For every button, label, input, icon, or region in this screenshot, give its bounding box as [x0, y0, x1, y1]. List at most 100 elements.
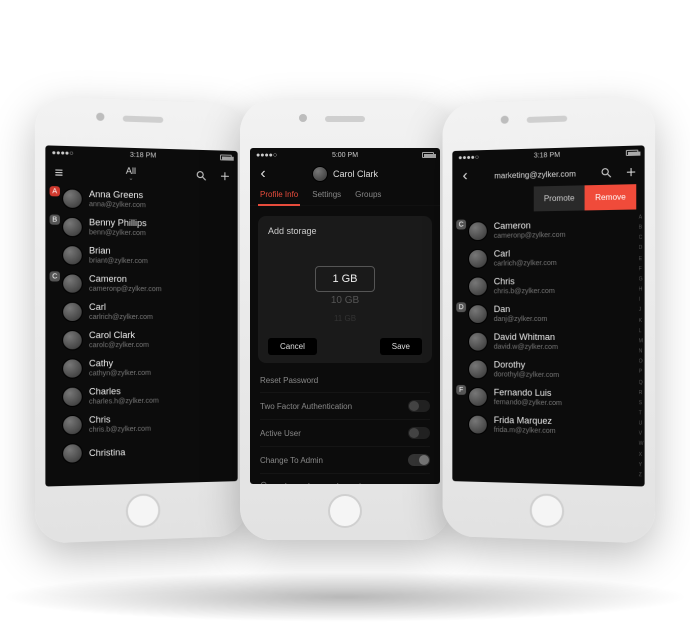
alpha-letter[interactable]: C [639, 235, 644, 241]
list-item[interactable]: Dandanj@zylker.com [466, 300, 645, 328]
avatar [468, 332, 488, 352]
alpha-letter[interactable]: Q [639, 379, 644, 385]
alpha-letter[interactable]: R [639, 390, 644, 396]
alpha-letter[interactable]: F [639, 266, 644, 272]
alpha-letter[interactable]: L [639, 328, 644, 334]
back-icon[interactable] [458, 169, 472, 183]
alpha-letter[interactable]: N [639, 348, 644, 354]
contact-email: cameronp@zylker.com [494, 231, 566, 241]
contact-name: Dorothy [494, 360, 559, 371]
home-button[interactable] [530, 493, 564, 528]
alpha-letter[interactable]: Z [639, 472, 644, 478]
back-icon[interactable] [256, 167, 270, 181]
alpha-letter[interactable]: A [639, 214, 644, 220]
opt-reset-password[interactable]: Reset Password [260, 369, 430, 392]
contact-email: carlrich@zylker.com [494, 259, 557, 269]
list-item[interactable]: David Whitmandavid.w@zylker.com [466, 328, 645, 357]
alpha-letter[interactable]: Y [639, 462, 644, 468]
avatar [468, 359, 488, 379]
list-item[interactable]: Cameroncameronp@zylker.com [466, 214, 645, 245]
alpha-letter[interactable]: S [639, 400, 644, 406]
list-item[interactable]: Cameroncameronp@zylker.com [60, 269, 238, 298]
avatar [62, 273, 83, 293]
alpha-letter[interactable]: V [639, 431, 644, 437]
search-icon[interactable] [599, 165, 613, 179]
alpha-letter[interactable]: G [639, 276, 644, 282]
list-item[interactable]: Carlcarlrich@zylker.com [466, 243, 645, 273]
list-item[interactable]: Fernando Luisfernando@zylker.com [466, 383, 645, 413]
contact-email: dorothyl@zylker.com [494, 370, 559, 380]
avatar [468, 249, 488, 269]
members-list[interactable]: CCameroncameronp@zylker.comCarlcarlrich@… [452, 214, 644, 441]
title-bar: Carol Clark [250, 162, 440, 186]
toggle-icon[interactable] [408, 427, 430, 439]
location-pin-icon [260, 481, 267, 484]
alpha-letter[interactable]: T [639, 410, 644, 416]
toggle-icon[interactable] [408, 454, 430, 466]
alpha-letter[interactable]: H [639, 287, 644, 293]
tab-groups[interactable]: Groups [353, 186, 383, 205]
list-item[interactable]: Anna Greensanna@zylker.com [60, 184, 238, 216]
search-icon[interactable] [194, 169, 208, 183]
cancel-button[interactable]: Cancel [268, 338, 317, 355]
alpha-index[interactable]: ABCDEFGHIJKLMNOPQRSTUVWXYZ [639, 212, 644, 480]
list-item[interactable]: Carol Clarkcarolc@zylker.com [60, 326, 238, 355]
opt-change-admin[interactable]: Change To Admin [260, 446, 430, 473]
list-item[interactable]: Charlescharles.h@zylker.com [60, 381, 238, 411]
opt-active-user[interactable]: Active User [260, 419, 430, 446]
alpha-letter[interactable]: W [639, 441, 644, 447]
remove-button[interactable]: Remove [585, 184, 636, 210]
contact-name: Carl [494, 248, 557, 260]
section-letter: F [456, 385, 466, 395]
profile-title: Carol Clark [333, 169, 378, 179]
alpha-letter[interactable]: B [639, 225, 644, 231]
three-phone-stage: ●●●●○ 3:18 PM All⌄ AAnna Greens [30, 100, 660, 540]
toggle-icon[interactable] [408, 400, 430, 412]
alpha-letter[interactable]: M [639, 338, 644, 344]
list-item[interactable]: Chrischris.b@zylker.com [60, 408, 238, 439]
clock: 5:00 PM [250, 152, 440, 159]
tab-settings[interactable]: Settings [310, 186, 343, 205]
list-item[interactable]: Benny Phillipsbenn@zylker.com [60, 213, 238, 244]
avatar [62, 443, 83, 464]
list-item[interactable]: Cathycathyn@zylker.com [60, 353, 238, 382]
picker-option: 11 GB [268, 310, 422, 328]
contact-email: chris.b@zylker.com [494, 287, 555, 296]
add-storage-panel: Add storage 1 GB 10 GB 11 GB Cancel Save [258, 216, 432, 363]
alpha-letter[interactable]: X [639, 451, 644, 457]
avatar [62, 188, 83, 209]
hamburger-icon[interactable] [52, 165, 67, 180]
list-item[interactable]: Frida Marquezfrida.m@zylker.com [466, 411, 645, 442]
list-item[interactable]: Christina [60, 436, 238, 468]
storage-picker[interactable]: 1 GB 10 GB 11 GB [268, 248, 422, 328]
tab-profile-info[interactable]: Profile Info [258, 186, 300, 205]
list-item[interactable]: Brianbriant@zylker.com [60, 241, 238, 271]
alpha-letter[interactable]: E [639, 256, 644, 262]
header-email: marketing@zylker.com [472, 168, 599, 180]
list-item[interactable]: Chrischris.b@zylker.com [466, 271, 645, 300]
home-button[interactable] [328, 494, 362, 528]
contact-email: charles.h@zylker.com [89, 397, 159, 407]
home-button[interactable] [126, 493, 160, 528]
add-icon[interactable] [218, 169, 232, 183]
alpha-letter[interactable]: P [639, 369, 644, 375]
promote-button[interactable]: Promote [534, 185, 585, 211]
opt-two-factor[interactable]: Two Factor Authentication [260, 392, 430, 419]
alpha-letter[interactable]: U [639, 421, 644, 427]
avatar [62, 358, 83, 378]
list-item[interactable]: Carlcarlrich@zylker.com [60, 298, 238, 326]
alpha-letter[interactable]: J [639, 307, 644, 313]
battery-indicator [422, 152, 434, 158]
alpha-letter[interactable]: K [639, 318, 644, 324]
phone-contacts-list: ●●●●○ 3:18 PM All⌄ AAnna Greens [35, 96, 248, 544]
add-icon[interactable] [624, 165, 639, 180]
alpha-letter[interactable]: I [639, 297, 644, 303]
avatar [62, 387, 83, 407]
alpha-letter[interactable]: O [639, 359, 644, 365]
filter-dropdown[interactable]: All⌄ [66, 164, 194, 183]
list-item[interactable]: Dorothydorothyl@zylker.com [466, 355, 645, 385]
contacts-list[interactable]: AAnna Greensanna@zylker.comBBenny Philli… [45, 184, 237, 468]
avatar [62, 245, 83, 265]
alpha-letter[interactable]: D [639, 245, 644, 251]
save-button[interactable]: Save [380, 338, 422, 355]
